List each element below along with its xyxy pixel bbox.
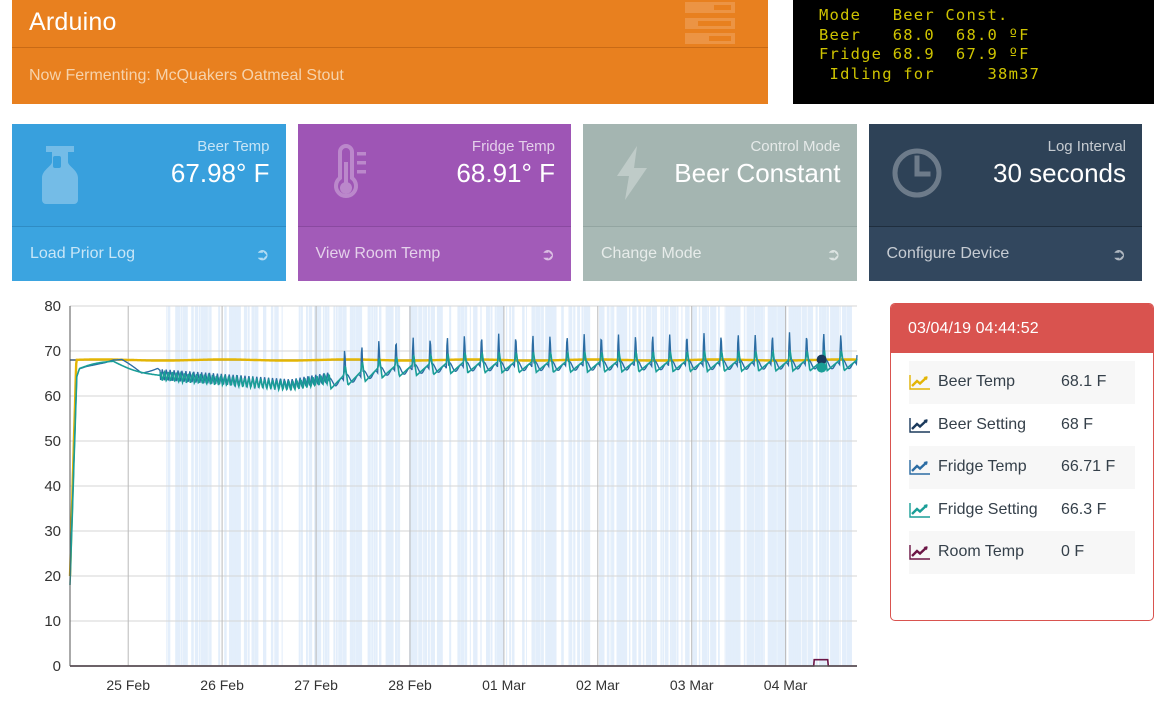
y-tick-label: 30 [44, 523, 61, 540]
tooltip-series-name: Fridge Temp [938, 458, 1027, 476]
line-chart-icon [909, 459, 931, 475]
configure-device-button[interactable]: Configure Device ➲ [868, 226, 1142, 281]
view-room-temp-button[interactable]: View Room Temp ➲ [297, 226, 571, 281]
lcd-line-2: Beer 68.0 68.0 ºF [819, 25, 1030, 44]
card-value: 30 seconds [993, 158, 1126, 188]
card-fridge-temp: Fridge Temp 68.91° F View Room Temp ➲ [297, 124, 571, 281]
card-action-label: Load Prior Log [30, 245, 135, 262]
tooltip-row: Beer Temp 68.1 F [909, 361, 1135, 404]
lcd-line-1: Mode Beer Const. [819, 6, 1009, 24]
chevron-right-circle-icon: ➲ [826, 244, 841, 264]
y-tick-label: 60 [44, 388, 61, 405]
tooltip-series-value: 66.71 F [1061, 458, 1116, 476]
card-control-mode-body: Control Mode Beer Constant [583, 124, 857, 226]
tooltip-timestamp: 03/04/19 04:44:52 [891, 304, 1153, 353]
card-value: 68.91° F [456, 158, 555, 188]
y-tick-label: 70 [44, 343, 61, 360]
tooltip-series-name: Beer Setting [938, 415, 1027, 433]
menu-bar-2 [685, 17, 735, 29]
stat-cards-row: Beer Temp 67.98° F Load Prior Log ➲ Frid… [12, 124, 1142, 281]
menu-bar-1 [685, 2, 735, 13]
line-chart-icon [909, 374, 931, 390]
chevron-right-circle-icon: ➲ [540, 244, 555, 264]
tooltip-series-name: Room Temp [938, 543, 1024, 561]
card-log-interval-body: Log Interval 30 seconds [868, 124, 1142, 226]
line-chart-icon [909, 502, 931, 518]
tooltip-row: Beer Setting 68 F [909, 404, 1135, 447]
card-log-interval: Log Interval 30 seconds Configure Device… [868, 124, 1142, 281]
x-tick-label: 02 Mar [576, 677, 620, 693]
chart-x-axis-labels: 25 Feb 26 Feb 27 Feb 28 Feb 01 Mar 02 Mar 03 M… [106, 677, 807, 693]
now-fermenting-label: Now Fermenting: McQuakers Oatmeal Stout [29, 66, 344, 84]
tooltip-series-name: Fridge Setting [938, 500, 1038, 518]
card-control-mode: Control Mode Beer Constant Change Mode ➲ [583, 124, 857, 281]
y-tick-label: 80 [44, 298, 61, 315]
chart-y-axis-labels: 0 10 20 30 40 50 60 70 80 [44, 298, 61, 675]
thermometer-icon [318, 142, 374, 204]
load-prior-log-button[interactable]: Load Prior Log ➲ [12, 226, 286, 281]
x-tick-label: 25 Feb [106, 677, 150, 693]
tooltip-series-value: 66.3 F [1061, 500, 1107, 518]
card-beer-temp: Beer Temp 67.98° F Load Prior Log ➲ [12, 124, 286, 281]
header-top-bar: Arduino [12, 0, 768, 48]
card-label: Log Interval [1047, 138, 1126, 155]
tooltip-series-value: 68 F [1061, 415, 1094, 433]
chart-canvas[interactable]: 0 10 20 30 40 50 60 70 80 25 Feb 26 Feb 27 Feb 28 F… [12, 294, 870, 702]
temperature-chart[interactable]: 0 10 20 30 40 50 60 70 80 25 Feb 26 Feb 27 Feb 28 F… [12, 294, 870, 702]
cursor-marker-fridge [816, 362, 827, 373]
x-tick-label: 28 Feb [388, 677, 432, 693]
clock-icon [889, 142, 945, 204]
tooltip-row: Room Temp 0 F [909, 531, 1135, 574]
tooltip-series-name: Beer Temp [938, 373, 1016, 391]
card-fridge-temp-body: Fridge Temp 68.91° F [297, 124, 571, 226]
x-tick-label: 04 Mar [764, 677, 808, 693]
x-tick-label: 27 Feb [294, 677, 338, 693]
tooltip-series-value: 0 F [1061, 543, 1085, 561]
page-title: Arduino [29, 8, 117, 36]
lcd-line-3: Fridge 68.9 67.9 ºF [819, 45, 1030, 64]
dashboard-page: Arduino Now Fermenting: McQuakers Oatmea… [0, 0, 1154, 702]
menu-bar-3 [685, 33, 735, 44]
x-tick-label: 01 Mar [482, 677, 526, 693]
card-value: 67.98° F [170, 158, 270, 188]
card-action-label: View Room Temp [315, 245, 441, 262]
card-label: Control Mode [750, 138, 841, 155]
lcd-line-4: Idling for 38m37 [819, 64, 1041, 83]
y-tick-label: 40 [44, 478, 61, 495]
chart-tooltip-panel: 03/04/19 04:44:52 Beer Temp 68.1 F Beer Se… [890, 303, 1154, 621]
tooltip-series-value: 68.1 F [1061, 373, 1107, 391]
card-label: Beer Temp [197, 138, 270, 155]
y-tick-label: 20 [44, 568, 61, 585]
line-chart-icon [909, 544, 931, 560]
tooltip-row: Fridge Setting 66.3 F [909, 489, 1135, 532]
card-beer-temp-body: Beer Temp 67.98° F [12, 124, 286, 226]
chevron-right-circle-icon: ➲ [255, 244, 270, 264]
card-value: Beer Constant [674, 158, 841, 188]
lightning-bolt-icon [603, 142, 659, 204]
card-action-label: Change Mode [601, 245, 702, 262]
carboy-icon [32, 142, 88, 204]
x-tick-label: 26 Feb [200, 677, 244, 693]
header-panel: Arduino Now Fermenting: McQuakers Oatmea… [12, 0, 768, 104]
card-label: Fridge Temp [471, 138, 555, 155]
line-chart-icon [909, 417, 931, 433]
y-tick-label: 10 [44, 613, 61, 630]
y-tick-label: 50 [44, 433, 61, 450]
hamburger-menu-icon[interactable] [685, 2, 735, 44]
x-tick-label: 03 Mar [670, 677, 714, 693]
change-mode-button[interactable]: Change Mode ➲ [583, 226, 857, 281]
chevron-right-circle-icon: ➲ [1111, 244, 1126, 264]
y-tick-label: 0 [53, 658, 61, 675]
card-action-label: Configure Device [886, 245, 1010, 262]
lcd-display-panel[interactable]: Mode Beer Const. Beer 68.0 68.0 ºF Fridg… [793, 0, 1154, 104]
tooltip-rows: Beer Temp 68.1 F Beer Setting 68 F Fridge Te… [891, 353, 1153, 574]
tooltip-row: Fridge Temp 66.71 F [909, 446, 1135, 489]
